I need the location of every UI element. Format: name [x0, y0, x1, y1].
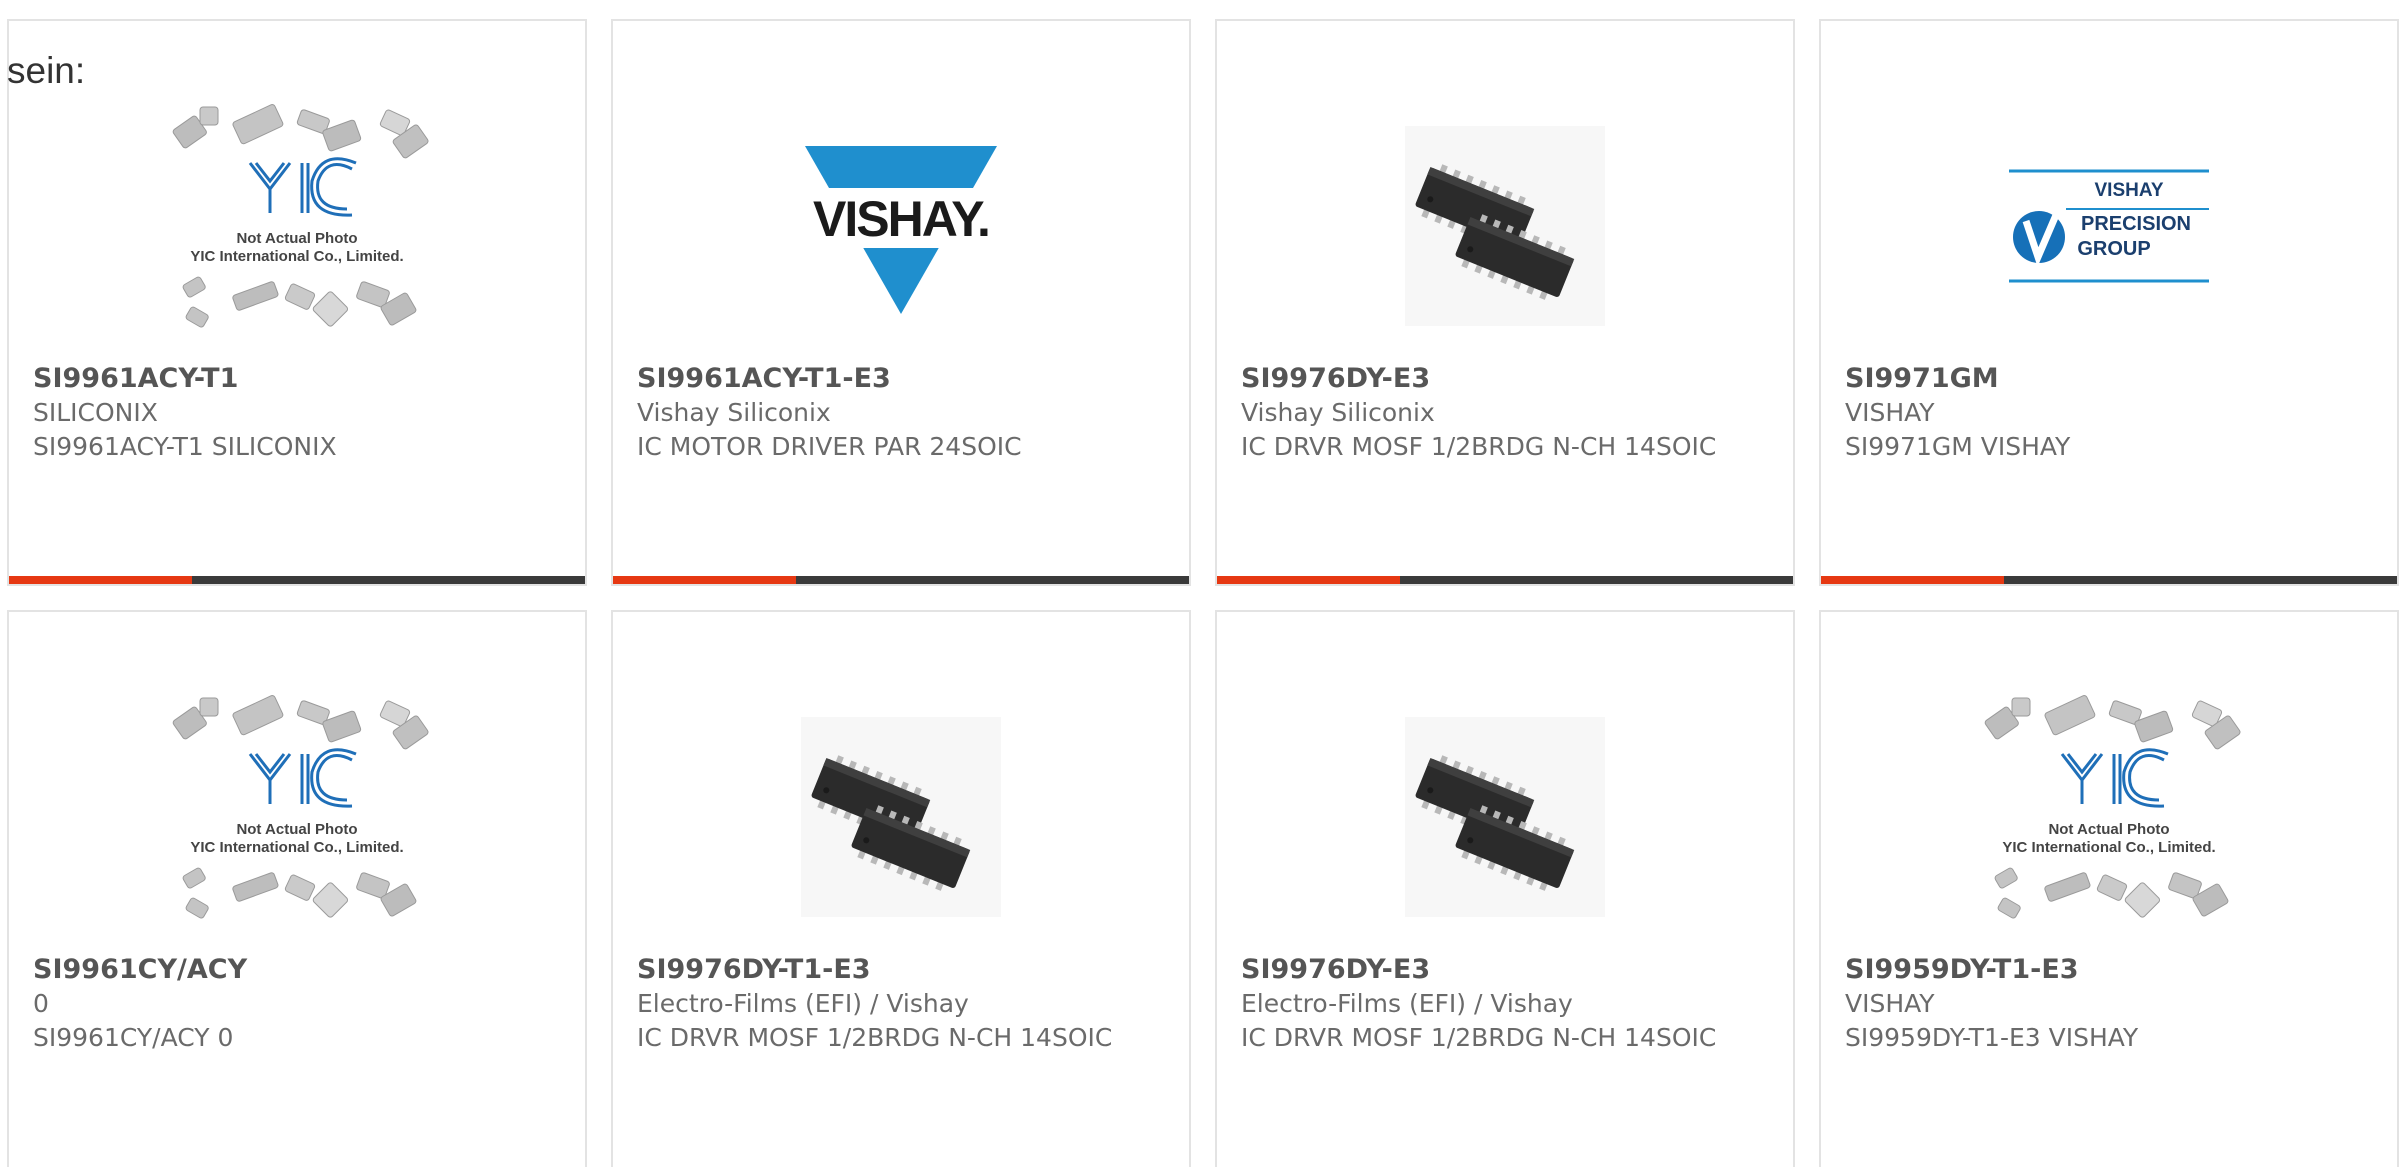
product-info: SI9959DY-T1-E3 VISHAY SI9959DY-T1-E3 VIS… — [1845, 953, 2373, 1055]
product-card[interactable]: Not Actual Photo YIC International Co., … — [7, 610, 587, 1167]
product-info: SI9961ACY-T1 SILICONIX SI9961ACY-T1 SILI… — [33, 362, 561, 464]
product-description: IC DRVR MOSF 1/2BRDG N-CH 14SOIC — [1241, 432, 1717, 461]
product-image[interactable] — [1217, 692, 1793, 942]
manufacturer-name: Vishay Siliconix — [1241, 398, 1435, 427]
svg-text:VISHAY: VISHAY — [2095, 180, 2164, 201]
product-card[interactable]: VISHAY PRECISION GROUP SI9971GM VISHAY S… — [1819, 19, 2399, 586]
card-bottom-bar — [1821, 576, 2397, 584]
product-description: IC DRVR MOSF 1/2BRDG N-CH 14SOIC — [1241, 1023, 1717, 1052]
manufacturer-name: VISHAY — [1845, 398, 1935, 427]
product-info: SI9976DY-E3 Vishay Siliconix IC DRVR MOS… — [1241, 362, 1769, 464]
product-description: IC DRVR MOSF 1/2BRDG N-CH 14SOIC — [637, 1023, 1113, 1052]
card-bar-accent — [1821, 576, 2004, 584]
vishay-logo-image: VISHAY. — [791, 146, 1011, 314]
svg-text:Not Actual Photo: Not Actual Photo — [236, 230, 357, 247]
manufacturer-name: 0 — [33, 989, 49, 1018]
intro-text: sein: — [7, 50, 86, 91]
card-bar-accent — [613, 576, 796, 584]
card-bar-accent — [1217, 576, 1400, 584]
product-description: IC MOTOR DRIVER PAR 24SOIC — [637, 432, 1022, 461]
manufacturer-name: Vishay Siliconix — [637, 398, 831, 427]
manufacturer-name: SILICONIX — [33, 398, 158, 427]
manufacturer-name: VISHAY — [1845, 989, 1935, 1018]
not-actual-photo-placeholder: Not Actual Photo YIC International Co., … — [172, 695, 429, 919]
product-card[interactable]: Not Actual Photo YIC International Co., … — [1819, 610, 2399, 1167]
card-bar-accent — [9, 576, 192, 584]
part-number-link[interactable]: SI9976DY-E3 — [1241, 953, 1769, 987]
product-info: SI9961CY/ACY 0 SI9961CY/ACY 0 — [33, 953, 561, 1055]
product-info: SI9971GM VISHAY SI9971GM VISHAY — [1845, 362, 2373, 464]
product-image[interactable]: VISHAY. — [613, 101, 1189, 351]
svg-text:GROUP: GROUP — [2077, 238, 2150, 260]
svg-text:YIC International Co., Limited: YIC International Co., Limited. — [2002, 839, 2215, 856]
product-image[interactable]: VISHAY PRECISION GROUP — [1821, 101, 2397, 351]
svg-text:Not Actual Photo: Not Actual Photo — [236, 821, 357, 838]
soic-chip-photo — [1405, 717, 1605, 917]
product-info: SI9961ACY-T1-E3 Vishay Siliconix IC MOTO… — [637, 362, 1165, 464]
product-image[interactable]: Not Actual Photo YIC International Co., … — [9, 101, 585, 351]
svg-text:Not Actual Photo: Not Actual Photo — [2048, 821, 2169, 838]
svg-text:YIC International Co., Limited: YIC International Co., Limited. — [190, 839, 403, 856]
product-image[interactable] — [613, 692, 1189, 942]
vishay-precision-logo-image: VISHAY PRECISION GROUP — [2009, 169, 2209, 283]
part-number-link[interactable]: SI9976DY-T1-E3 — [637, 953, 1165, 987]
product-grid: Not Actual Photo YIC International Co., … — [7, 19, 2399, 1167]
part-number-link[interactable]: SI9976DY-E3 — [1241, 362, 1769, 396]
part-number-link[interactable]: SI9961CY/ACY — [33, 953, 561, 987]
product-card[interactable]: Not Actual Photo YIC International Co., … — [7, 19, 587, 586]
product-image[interactable] — [1217, 101, 1793, 351]
product-image[interactable]: Not Actual Photo YIC International Co., … — [1821, 692, 2397, 942]
part-number-link[interactable]: SI9961ACY-T1-E3 — [637, 362, 1165, 396]
part-number-link[interactable]: SI9961ACY-T1 — [33, 362, 561, 396]
product-info: SI9976DY-T1-E3 Electro-Films (EFI) / Vis… — [637, 953, 1165, 1055]
svg-text:VISHAY.: VISHAY. — [813, 191, 989, 247]
svg-text:YIC International Co., Limited: YIC International Co., Limited. — [190, 248, 403, 265]
manufacturer-name: Electro-Films (EFI) / Vishay — [637, 989, 969, 1018]
product-listing-page: sein: Not Actual Photo YIC International… — [0, 0, 2400, 1167]
card-bottom-bar — [1217, 576, 1793, 584]
manufacturer-name: Electro-Films (EFI) / Vishay — [1241, 989, 1573, 1018]
product-image[interactable]: Not Actual Photo YIC International Co., … — [9, 692, 585, 942]
soic-chip-photo — [801, 717, 1001, 917]
part-number-link[interactable]: SI9959DY-T1-E3 — [1845, 953, 2373, 987]
product-card[interactable]: SI9976DY-E3 Vishay Siliconix IC DRVR MOS… — [1215, 19, 1795, 586]
svg-text:PRECISION: PRECISION — [2081, 213, 2191, 235]
card-bottom-bar — [9, 576, 585, 584]
product-card[interactable]: SI9976DY-T1-E3 Electro-Films (EFI) / Vis… — [611, 610, 1191, 1167]
not-actual-photo-placeholder: Not Actual Photo YIC International Co., … — [1984, 695, 2241, 919]
product-description: SI9971GM VISHAY — [1845, 432, 2071, 461]
card-bottom-bar — [613, 576, 1189, 584]
part-number-link[interactable]: SI9971GM — [1845, 362, 2373, 396]
soic-chip-photo — [1405, 126, 1605, 326]
product-description: SI9961CY/ACY 0 — [33, 1023, 234, 1052]
product-description: SI9961ACY-T1 SILICONIX — [33, 432, 337, 461]
product-description: SI9959DY-T1-E3 VISHAY — [1845, 1023, 2139, 1052]
product-card[interactable]: SI9976DY-E3 Electro-Films (EFI) / Vishay… — [1215, 610, 1795, 1167]
product-info: SI9976DY-E3 Electro-Films (EFI) / Vishay… — [1241, 953, 1769, 1055]
product-card[interactable]: VISHAY. SI9961ACY-T1-E3 Vishay Siliconix… — [611, 19, 1191, 586]
not-actual-photo-placeholder: Not Actual Photo YIC International Co., … — [172, 104, 429, 328]
